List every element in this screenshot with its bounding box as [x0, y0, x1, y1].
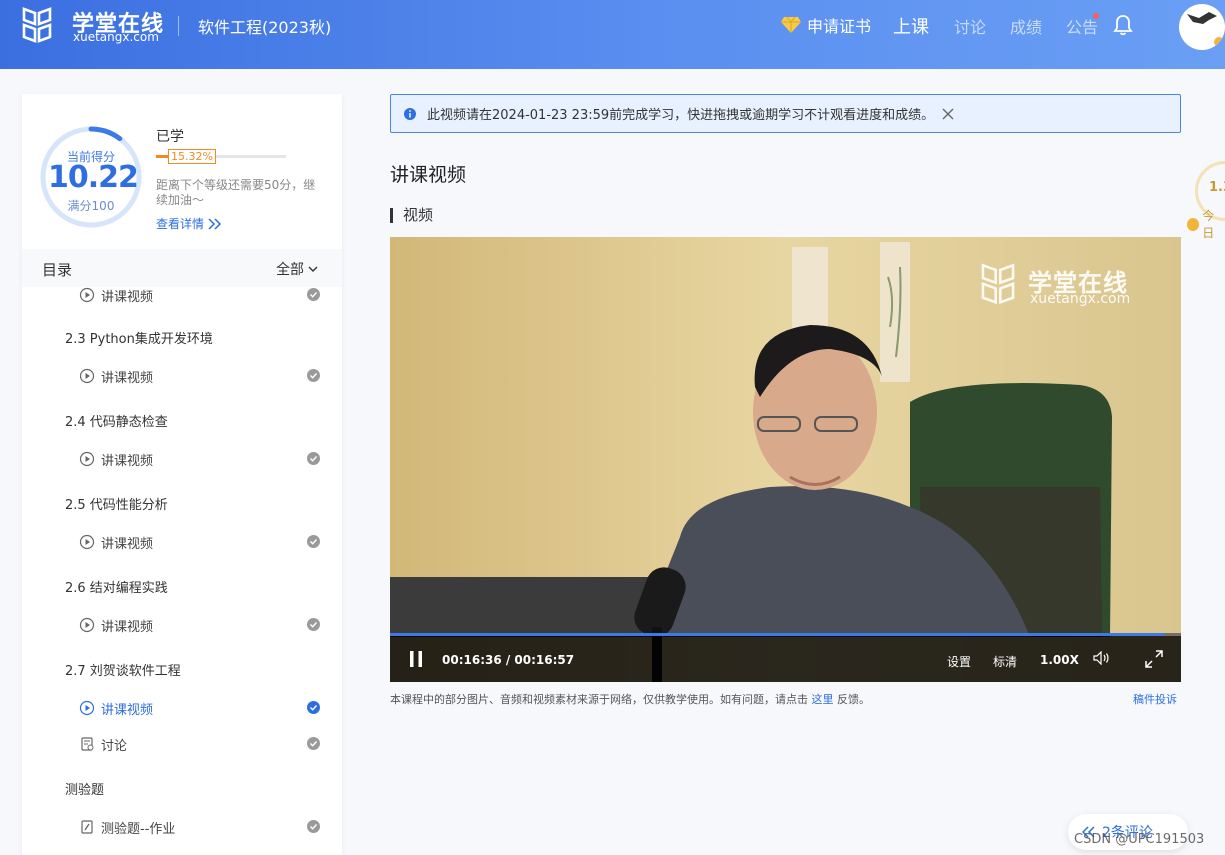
avatar-bird-icon [1187, 12, 1224, 47]
xuetangx-logo-icon[interactable] [22, 7, 52, 45]
score-max: 满分100 [67, 199, 115, 213]
completed-check-icon [307, 618, 320, 631]
seek-bar[interactable] [390, 633, 1181, 636]
toc-item-2-7-video-active[interactable]: 讲课视频 [79, 698, 329, 718]
toc-header: 目录 全部 [22, 249, 342, 287]
discussion-doc-icon [81, 737, 94, 751]
toc-item-label: 讨论 [101, 738, 128, 754]
toc-item-quiz-homework[interactable]: 测验题--作业 [79, 817, 329, 837]
watermark-domain: xuetangx.com [1030, 291, 1131, 307]
nav-grades[interactable]: 成绩 [1010, 14, 1042, 38]
toc-list: 讲课视频 2.3 Python集成开发环境 讲课视频 2.4 代码静态检查 讲课… [22, 287, 342, 855]
toc-item-2-5-video[interactable]: 讲课视频 [79, 532, 329, 552]
completed-check-icon [307, 369, 320, 382]
completed-check-icon [307, 535, 320, 548]
toc-item-label: 讲课视频 [101, 536, 154, 552]
toc-title: 目录 [42, 261, 73, 279]
speed-button[interactable]: 1.00X [1040, 653, 1079, 667]
double-chevron-right-icon [208, 217, 222, 230]
video-player[interactable]: 学堂在线 xuetangx.com 00:16:36 / 00:16:57 设置… [390, 237, 1181, 682]
toc-filter-dropdown[interactable]: 全部 [276, 259, 318, 279]
toc-section-2-4[interactable]: 2.4 代码静态检查 [65, 411, 168, 430]
info-icon [404, 107, 416, 120]
copyright-footnote: 本课程中的部分图片、音频和视频素材来源于网络，仅供教学使用。如有问题，请点击 这… [390, 691, 870, 707]
toc-item-2-4-video[interactable]: 讲课视频 [79, 449, 329, 469]
seek-bar-progress [390, 633, 1165, 636]
play-circle-icon [79, 451, 95, 467]
volume-icon[interactable] [1093, 651, 1111, 665]
course-sidebar: 当前得分 10.22 满分100 已学 15.32% 距离下个等级还需要50分，… [22, 94, 342, 855]
toc-item-label: 讲课视频 [101, 289, 154, 305]
diamond-icon [781, 16, 801, 33]
report-content-link[interactable]: 稿件投诉 [1133, 691, 1177, 707]
nav-class[interactable]: 上课 [893, 13, 929, 39]
play-circle-icon [79, 368, 95, 384]
today-badge: 今日 [1187, 207, 1225, 241]
toc-item-label: 讲课视频 [101, 370, 154, 386]
notification-dot [1093, 13, 1099, 19]
apply-certificate-button[interactable]: 申请证书 [781, 13, 871, 37]
close-icon[interactable] [942, 108, 954, 120]
completed-check-icon [307, 737, 320, 750]
footnote-prefix: 本课程中的部分图片、音频和视频素材来源于网络，仅供教学使用。如有问题，请点击 [390, 693, 812, 706]
chevron-down-icon [308, 266, 318, 272]
score-value: 10.22 [48, 160, 139, 195]
playback-time: 00:16:36 / 00:16:57 [442, 653, 575, 667]
settings-button[interactable]: 设置 [947, 653, 971, 670]
toc-item-label: 讲课视频 [101, 702, 154, 718]
toc-item-label: 讲课视频 [101, 619, 154, 635]
today-label: 今日 [1202, 209, 1215, 240]
toc-section-2-6[interactable]: 2.6 结对编程实践 [65, 577, 168, 596]
top-header: 学堂在线 xuetangx.com 软件工程(2023秋) 申请证书 上课 讨论… [0, 0, 1225, 69]
user-avatar[interactable] [1179, 4, 1225, 50]
course-title: 软件工程(2023秋) [198, 18, 332, 37]
daily-progress-value: 1.3 [1209, 180, 1225, 195]
brand-domain[interactable]: xuetangx.com [73, 30, 159, 44]
toc-section-2-7[interactable]: 2.7 刘贺谈软件工程 [65, 660, 181, 679]
video-section-label: 视频 [390, 208, 433, 223]
apply-certificate-label: 申请证书 [807, 17, 872, 36]
play-circle-icon [79, 287, 95, 303]
deadline-notice-text: 此视频请在2024-01-23 23:59前完成学习，快进拖拽或逾期学习不计观看… [427, 108, 935, 123]
completed-check-icon [307, 288, 320, 301]
page-title: 讲课视频 [390, 164, 467, 186]
toc-section-quiz[interactable]: 测验题 [65, 779, 104, 798]
toc-section-2-3[interactable]: 2.3 Python集成开发环境 [65, 328, 213, 347]
view-details-link[interactable]: 查看详情 [156, 215, 222, 232]
play-circle-icon [79, 700, 95, 716]
player-controls: 00:16:36 / 00:16:57 设置 标清 1.00X [390, 633, 1181, 682]
completed-check-icon [307, 701, 320, 714]
bell-icon[interactable] [1113, 14, 1133, 36]
nav-discussion[interactable]: 讨论 [954, 14, 986, 38]
feedback-link[interactable]: 这里 [812, 693, 834, 706]
toc-filter-label: 全部 [276, 262, 304, 278]
learned-percent-badge: 15.32% [168, 149, 216, 164]
play-circle-icon [79, 617, 95, 633]
footnote-suffix: 反馈。 [833, 693, 870, 706]
completed-check-icon [307, 820, 320, 833]
completed-check-icon [307, 452, 320, 465]
toc-section-2-5[interactable]: 2.5 代码性能分析 [65, 494, 168, 513]
xuetangx-logo-icon [981, 263, 1015, 305]
toc-item-label: 测验题--作业 [101, 821, 176, 837]
toc-item-2-7-discussion[interactable]: 讨论 [79, 734, 329, 754]
toc-item-2-3-video[interactable]: 讲课视频 [79, 366, 329, 386]
view-details-label: 查看详情 [156, 217, 205, 231]
coin-icon [1187, 217, 1200, 231]
quiz-edit-icon [81, 820, 93, 834]
quality-button[interactable]: 标清 [993, 653, 1017, 670]
learned-label: 已学 [156, 129, 184, 145]
toc-item-2-6-video[interactable]: 讲课视频 [79, 615, 329, 635]
toc-item-label: 讲课视频 [101, 453, 154, 469]
deadline-notice: 此视频请在2024-01-23 23:59前完成学习，快进拖拽或逾期学习不计观看… [390, 94, 1181, 133]
fullscreen-icon[interactable] [1145, 650, 1163, 668]
next-level-text: 距离下个等级还需要50分，继续加油～ [156, 178, 316, 207]
csdn-watermark: CSDN @UPC191503 [1074, 832, 1205, 847]
pause-icon[interactable] [408, 650, 424, 668]
header-divider [178, 16, 179, 36]
play-circle-icon [79, 534, 95, 550]
toc-item-partial-video[interactable]: 讲课视频 [79, 287, 329, 305]
